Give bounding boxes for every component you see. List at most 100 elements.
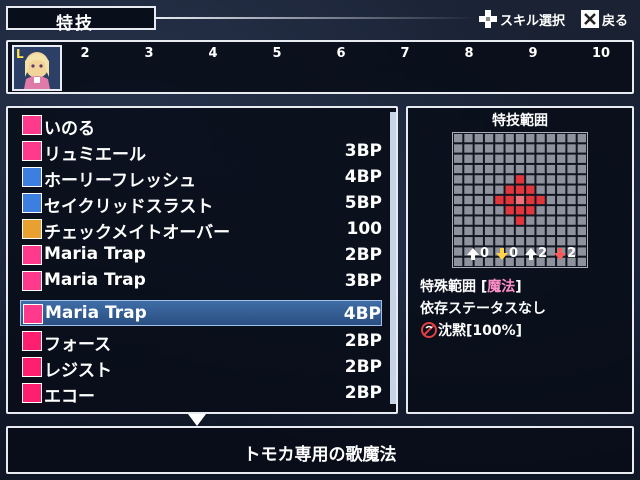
stat-up-2: 2 — [524, 246, 547, 261]
party-slot-7[interactable]: 7 — [390, 46, 420, 61]
dependent-status: 依存ステータスなし — [420, 301, 546, 317]
music-note-plus1-icon — [22, 271, 42, 291]
range-cell — [515, 195, 525, 205]
range-cell — [484, 144, 494, 153]
range-cell — [557, 134, 566, 143]
party-slot-1[interactable]: L — [12, 45, 62, 91]
vo-icon — [22, 383, 42, 403]
skill-row[interactable]: フォース 2BP — [20, 328, 382, 355]
range-cell — [454, 164, 463, 174]
range-cell — [567, 206, 576, 215]
range-cell — [515, 144, 525, 153]
scroll-down-arrow-icon[interactable] — [188, 414, 206, 426]
skill-name: チェックメイトオーバー — [44, 223, 231, 243]
party-slot-9[interactable]: 9 — [518, 46, 548, 61]
range-cell — [454, 144, 463, 153]
skill-select-hint[interactable]: スキル選択 — [478, 8, 565, 30]
range-cell — [567, 216, 576, 225]
sacred-thrust-icon — [22, 193, 42, 213]
dpad-icon — [479, 10, 497, 28]
skill-row[interactable]: エコー 2BP — [20, 380, 382, 407]
range-title: 特技範囲 — [492, 113, 548, 129]
range-cell — [567, 134, 576, 143]
range-cell — [484, 195, 494, 205]
skill-name: セイクリッドスラスト — [44, 197, 214, 217]
range-cell — [515, 164, 525, 174]
range-cell — [567, 226, 576, 236]
music-note-plus2-icon — [23, 304, 43, 324]
range-cell — [454, 134, 463, 143]
range-cell — [557, 226, 566, 236]
range-cell — [505, 216, 514, 225]
scrollbar[interactable] — [390, 112, 396, 404]
skill-row-selected[interactable]: Maria Trap 4BP — [20, 300, 382, 326]
stat-value: 2 — [538, 246, 548, 261]
stat-down-1: 0 — [495, 246, 518, 261]
range-cell — [546, 175, 556, 184]
range-cell — [505, 185, 514, 194]
range-cell — [454, 206, 463, 215]
skill-row[interactable]: セイクリッドスラスト 5BP — [20, 190, 382, 217]
range-cell — [484, 206, 494, 215]
skill-row[interactable]: チェックメイトオーバー 100 — [20, 216, 382, 243]
range-cell — [505, 164, 514, 174]
range-cell — [526, 226, 535, 236]
skill-row[interactable]: レジスト 2BP — [20, 354, 382, 381]
range-cell — [546, 134, 556, 143]
range-cell — [567, 144, 576, 153]
range-cell — [557, 164, 566, 174]
back-hint[interactable]: 戻る — [580, 8, 628, 30]
range-cell — [546, 226, 556, 236]
range-cell — [474, 144, 483, 153]
checkmate-icon — [22, 219, 42, 239]
range-cell — [526, 134, 535, 143]
range-cell — [577, 144, 586, 153]
range-cell — [464, 237, 473, 246]
range-cell — [474, 134, 483, 143]
range-cell — [474, 175, 483, 184]
party-bar: L 2 3 4 5 6 7 8 9 10 — [6, 40, 634, 94]
skill-row[interactable]: いのる — [20, 112, 382, 139]
party-slot-2[interactable]: 2 — [70, 46, 100, 61]
pray-icon — [22, 115, 42, 135]
range-cell — [526, 175, 535, 184]
range-cell — [515, 216, 525, 225]
range-cell — [557, 185, 566, 194]
skill-name: いのる — [44, 119, 95, 139]
party-slot-5[interactable]: 5 — [262, 46, 292, 61]
back-label: 戻る — [602, 13, 629, 29]
stat-down-2: 2 — [553, 246, 576, 261]
skill-row[interactable]: Maria Trap 2BP — [20, 242, 382, 268]
party-slot-8[interactable]: 8 — [454, 46, 484, 61]
range-cell — [536, 226, 545, 236]
range-cell — [474, 185, 483, 194]
skill-cost: 2BP — [344, 245, 382, 265]
skill-row[interactable]: Maria Trap 3BP — [20, 268, 382, 294]
range-cell — [567, 164, 576, 174]
party-slot-3[interactable]: 3 — [134, 46, 164, 61]
party-slot-4[interactable]: 4 — [198, 46, 228, 61]
range-cell — [526, 206, 535, 215]
range-cell — [536, 216, 545, 225]
special-range-close: ] — [515, 279, 522, 295]
range-cell — [567, 237, 576, 246]
range-cell — [536, 144, 545, 153]
range-cell — [536, 185, 545, 194]
title-underline — [156, 17, 476, 19]
range-cell — [474, 226, 483, 236]
skill-row[interactable]: リュミエール 3BP — [20, 138, 382, 165]
range-cell — [454, 195, 463, 205]
arrow-down-icon — [554, 247, 567, 260]
range-cell — [464, 164, 473, 174]
range-cell — [557, 206, 566, 215]
range-cell — [505, 237, 514, 246]
range-cell — [536, 164, 545, 174]
range-cell — [515, 237, 525, 246]
silence-icon — [421, 322, 437, 338]
range-cell — [526, 154, 535, 163]
skill-row[interactable]: ホーリーフレッシュ 4BP — [20, 164, 382, 191]
party-slot-10[interactable]: 10 — [586, 46, 616, 61]
party-slot-6[interactable]: 6 — [326, 46, 356, 61]
skill-name: Maria Trap — [44, 270, 146, 290]
range-cell — [495, 175, 504, 184]
